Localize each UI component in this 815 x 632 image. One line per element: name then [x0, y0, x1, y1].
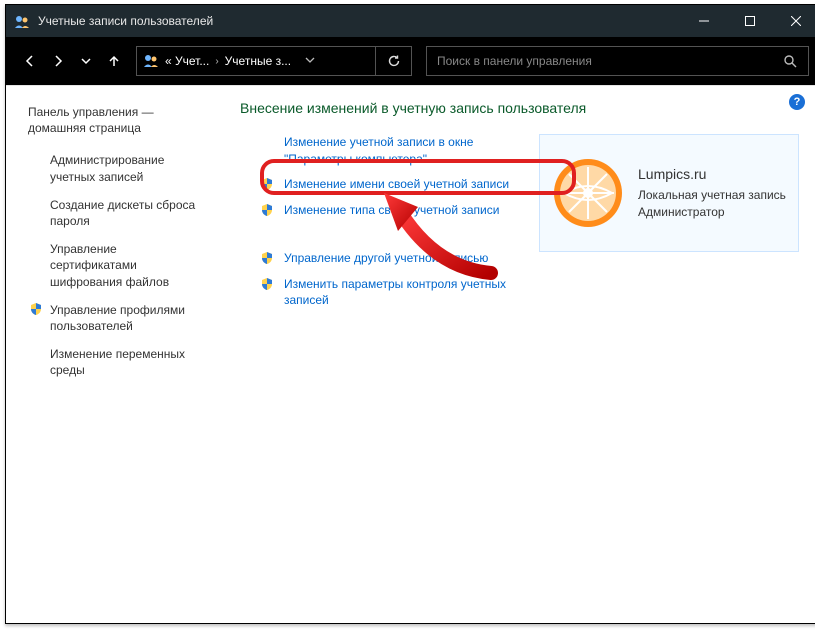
- account-type: Локальная учетная запись: [638, 187, 786, 204]
- control-panel-window: Учетные записи пользователей « Учет... ›…: [5, 4, 815, 624]
- task-link-label[interactable]: Управление другой учетной записью: [284, 250, 488, 267]
- sidebar-item-label: Создание дискеты сброса пароля: [50, 197, 206, 229]
- search-button[interactable]: [772, 47, 808, 75]
- shield-icon: [28, 302, 44, 316]
- account-role: Администратор: [638, 204, 786, 221]
- window-title: Учетные записи пользователей: [38, 14, 213, 28]
- shield-icon: [260, 202, 276, 220]
- task-links: Изменение учетной записи в окне "Парамет…: [240, 134, 521, 317]
- sidebar-item-label: Администрирование учетных записей: [50, 152, 206, 184]
- search-box[interactable]: [426, 46, 809, 76]
- shield-icon: [260, 276, 276, 294]
- page-title: Внесение изменений в учетную запись поль…: [240, 100, 799, 116]
- sidebar-item-admin-accounts[interactable]: Администрирование учетных записей: [28, 152, 206, 184]
- task-link-label[interactable]: Изменение типа своей учетной записи: [284, 202, 499, 219]
- task-change-account-type[interactable]: Изменение типа своей учетной записи: [260, 202, 521, 220]
- sidebar-item-env-vars[interactable]: Изменение переменных среды: [28, 346, 206, 378]
- sidebar-heading[interactable]: Панель управления — домашняя страница: [28, 104, 206, 136]
- chevron-right-icon: ›: [215, 56, 218, 67]
- sidebar-item-label: Управление сертификатами шифрования файл…: [50, 241, 206, 290]
- breadcrumb-seg-1[interactable]: « Учет...: [165, 54, 209, 68]
- breadcrumb-seg-2[interactable]: Учетные з...: [225, 54, 291, 68]
- shield-icon: [260, 176, 276, 194]
- user-accounts-icon: [143, 52, 159, 71]
- task-change-account-name[interactable]: Изменение имени своей учетной записи: [260, 176, 521, 194]
- back-button[interactable]: [22, 53, 38, 69]
- navbar: « Учет... › Учетные з...: [6, 37, 815, 85]
- user-accounts-icon: [14, 13, 30, 29]
- search-input[interactable]: [427, 54, 772, 68]
- up-button[interactable]: [106, 53, 122, 69]
- account-name: Lumpics.ru: [638, 164, 786, 184]
- help-icon[interactable]: ?: [789, 94, 805, 110]
- task-link-label[interactable]: Изменение имени своей учетной записи: [284, 176, 509, 193]
- current-account-card[interactable]: Lumpics.ru Локальная учетная запись Адми…: [539, 134, 799, 252]
- titlebar: Учетные записи пользователей: [6, 5, 815, 37]
- forward-button[interactable]: [50, 53, 66, 69]
- account-avatar: [552, 157, 624, 229]
- task-manage-other-account[interactable]: Управление другой учетной записью: [260, 250, 521, 268]
- sidebar: Панель управления — домашняя страница Ад…: [6, 86, 216, 623]
- shield-icon: [260, 250, 276, 268]
- refresh-button[interactable]: [376, 46, 412, 76]
- task-link-label[interactable]: Изменение учетной записи в окне "Парамет…: [284, 134, 521, 168]
- close-button[interactable]: [773, 5, 815, 37]
- task-change-account-settings[interactable]: Изменение учетной записи в окне "Парамет…: [260, 134, 521, 168]
- sidebar-item-label: Изменение переменных среды: [50, 346, 206, 378]
- sidebar-item-user-profiles[interactable]: Управление профилями пользователей: [28, 302, 206, 334]
- breadcrumb[interactable]: « Учет... › Учетные з...: [136, 46, 376, 76]
- history-dropdown[interactable]: [78, 53, 94, 69]
- breadcrumb-dropdown[interactable]: [297, 55, 323, 68]
- task-link-label[interactable]: Изменить параметры контроля учетных запи…: [284, 276, 521, 310]
- window-controls: [681, 5, 815, 37]
- main-panel: ? Внесение изменений в учетную запись по…: [216, 86, 815, 623]
- task-uac-settings[interactable]: Изменить параметры контроля учетных запи…: [260, 276, 521, 310]
- content-area: Панель управления — домашняя страница Ад…: [6, 85, 815, 623]
- sidebar-item-file-encryption-certs[interactable]: Управление сертификатами шифрования файл…: [28, 241, 206, 290]
- maximize-button[interactable]: [727, 5, 773, 37]
- sidebar-item-password-reset-disk[interactable]: Создание дискеты сброса пароля: [28, 197, 206, 229]
- minimize-button[interactable]: [681, 5, 727, 37]
- account-info: Lumpics.ru Локальная учетная запись Адми…: [638, 164, 786, 221]
- sidebar-item-label: Управление профилями пользователей: [50, 302, 206, 334]
